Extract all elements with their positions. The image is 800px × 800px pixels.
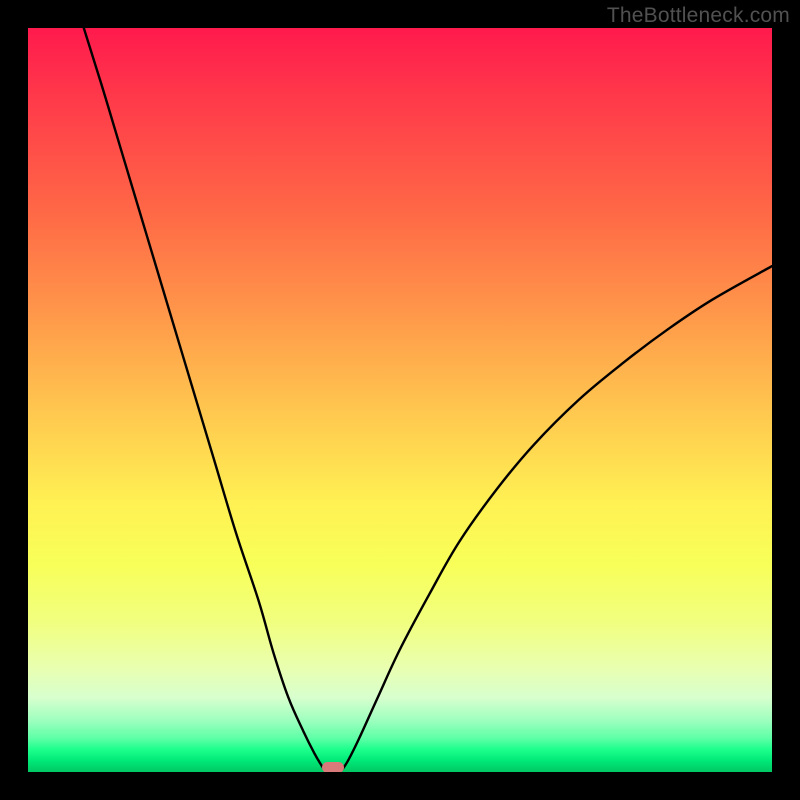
right-curve <box>340 266 772 772</box>
curve-layer <box>28 28 772 772</box>
watermark-text: TheBottleneck.com <box>607 4 790 28</box>
plot-area <box>28 28 772 772</box>
bottleneck-marker <box>322 762 344 772</box>
left-curve <box>84 28 326 772</box>
chart-frame: TheBottleneck.com <box>0 0 800 800</box>
